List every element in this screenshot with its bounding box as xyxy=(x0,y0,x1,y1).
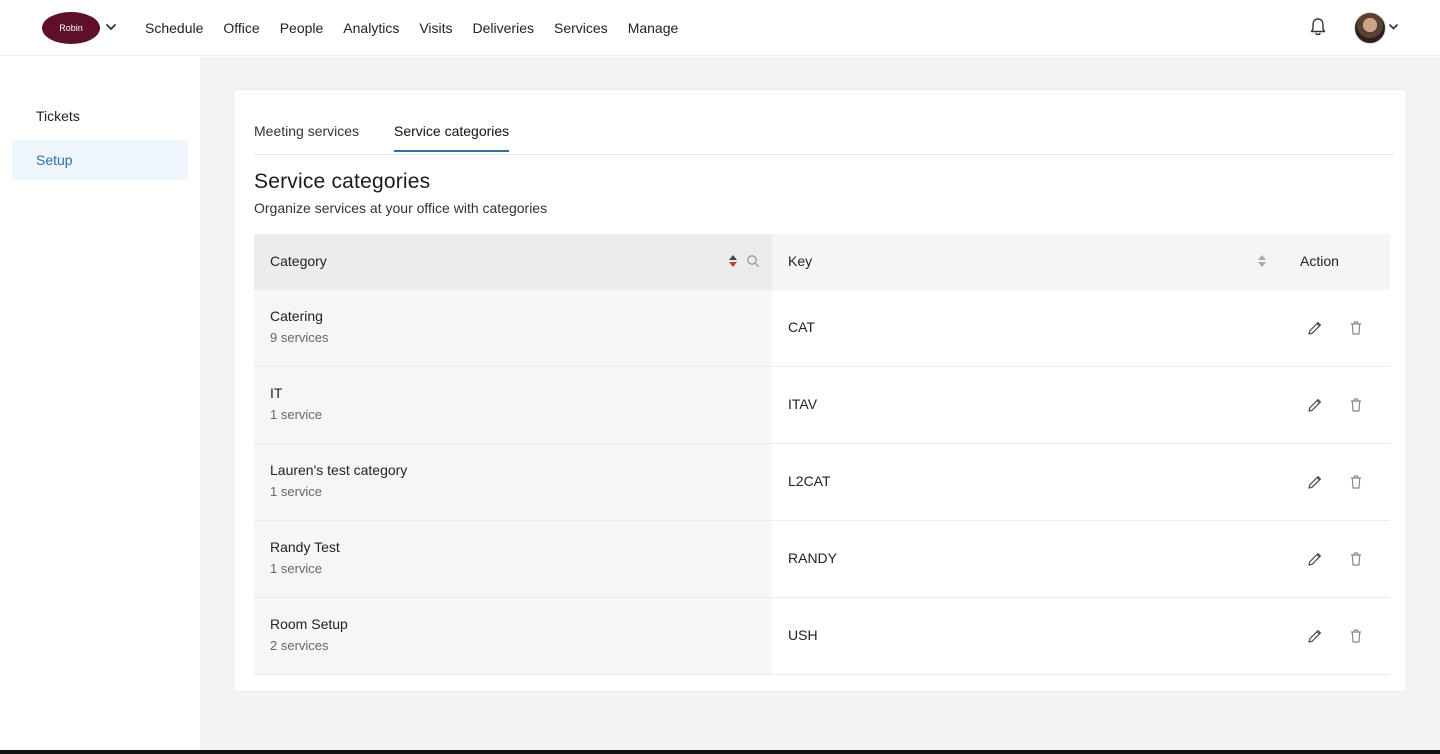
category-cell xyxy=(254,598,772,674)
column-header-action: Action xyxy=(1300,253,1339,269)
service-count: 2 services xyxy=(270,638,329,653)
top-navigation: Robin Schedule Office People Analytics V… xyxy=(0,0,1440,56)
column-header-category[interactable]: Category xyxy=(270,253,327,269)
category-key: CAT xyxy=(788,319,815,335)
tab-bar: Meeting services Service categories xyxy=(254,114,1394,155)
table-row: Lauren's test category 1 service L2CAT xyxy=(254,444,1390,521)
sidebar-item-setup[interactable]: Setup xyxy=(12,140,188,180)
category-cell xyxy=(254,367,772,443)
tab-meeting-services[interactable]: Meeting services xyxy=(254,123,359,150)
table-header: Category Key Action xyxy=(254,234,1390,290)
table-row: Randy Test 1 service RANDY xyxy=(254,521,1390,598)
trash-icon[interactable] xyxy=(1347,473,1365,491)
trash-icon[interactable] xyxy=(1347,627,1365,645)
category-cell xyxy=(254,444,772,520)
edit-icon[interactable] xyxy=(1306,319,1324,337)
category-key: L2CAT xyxy=(788,473,831,489)
trash-icon[interactable] xyxy=(1347,319,1365,337)
service-count: 9 services xyxy=(270,330,329,345)
chevron-down-icon[interactable] xyxy=(1388,21,1399,32)
service-count: 1 service xyxy=(270,484,323,499)
nav-manage[interactable]: Manage xyxy=(628,20,679,36)
category-key: ITAV xyxy=(788,396,818,412)
column-header-key[interactable]: Key xyxy=(788,253,812,269)
sidebar-item-tickets[interactable]: Tickets xyxy=(12,96,188,136)
bell-icon[interactable] xyxy=(1307,16,1329,38)
edit-icon[interactable] xyxy=(1306,396,1324,414)
category-name: Catering xyxy=(270,308,323,324)
tab-service-categories[interactable]: Service categories xyxy=(394,123,510,152)
nav-schedule[interactable]: Schedule xyxy=(145,20,203,36)
category-cell xyxy=(254,521,772,597)
edit-icon[interactable] xyxy=(1306,473,1324,491)
category-key: USH xyxy=(788,627,818,643)
main-content: Meeting services Service categories Serv… xyxy=(200,57,1440,754)
category-name: Randy Test xyxy=(270,539,340,555)
page-title: Service categories xyxy=(254,170,431,193)
nav-people[interactable]: People xyxy=(280,20,324,36)
edit-icon[interactable] xyxy=(1306,550,1324,568)
sort-icon[interactable] xyxy=(1257,253,1267,269)
avatar[interactable] xyxy=(1354,12,1386,44)
category-name: IT xyxy=(270,385,283,401)
nav-deliveries[interactable]: Deliveries xyxy=(473,20,534,36)
service-count: 1 service xyxy=(270,407,323,422)
page-subtitle: Organize services at your office with ca… xyxy=(254,200,548,216)
categories-table: Category Key Action Catering 9 services … xyxy=(254,234,1390,675)
category-cell xyxy=(254,290,772,366)
main-nav: Schedule Office People Analytics Visits … xyxy=(145,0,678,56)
trash-icon[interactable] xyxy=(1347,550,1365,568)
nav-services[interactable]: Services xyxy=(554,20,608,36)
robin-logo[interactable]: Robin xyxy=(42,12,100,44)
nav-analytics[interactable]: Analytics xyxy=(343,20,399,36)
logo-text: Robin xyxy=(59,23,83,33)
sidebar: Tickets Setup xyxy=(0,57,200,754)
chevron-down-icon[interactable] xyxy=(104,20,118,34)
category-header-cell xyxy=(254,234,772,290)
table-row: Room Setup 2 services USH xyxy=(254,598,1390,675)
category-key: RANDY xyxy=(788,550,838,566)
table-row: IT 1 service ITAV xyxy=(254,367,1390,444)
sort-icon[interactable] xyxy=(728,253,738,269)
table-row: Catering 9 services CAT xyxy=(254,290,1390,367)
edit-icon[interactable] xyxy=(1306,627,1324,645)
content-card: Meeting services Service categories Serv… xyxy=(233,89,1407,692)
nav-office[interactable]: Office xyxy=(223,20,259,36)
service-count: 1 service xyxy=(270,561,323,576)
category-name: Lauren's test category xyxy=(270,462,408,478)
window-bottom-border xyxy=(0,750,1440,754)
nav-visits[interactable]: Visits xyxy=(419,20,452,36)
search-icon[interactable] xyxy=(746,254,760,268)
trash-icon[interactable] xyxy=(1347,396,1365,414)
category-name: Room Setup xyxy=(270,616,348,632)
